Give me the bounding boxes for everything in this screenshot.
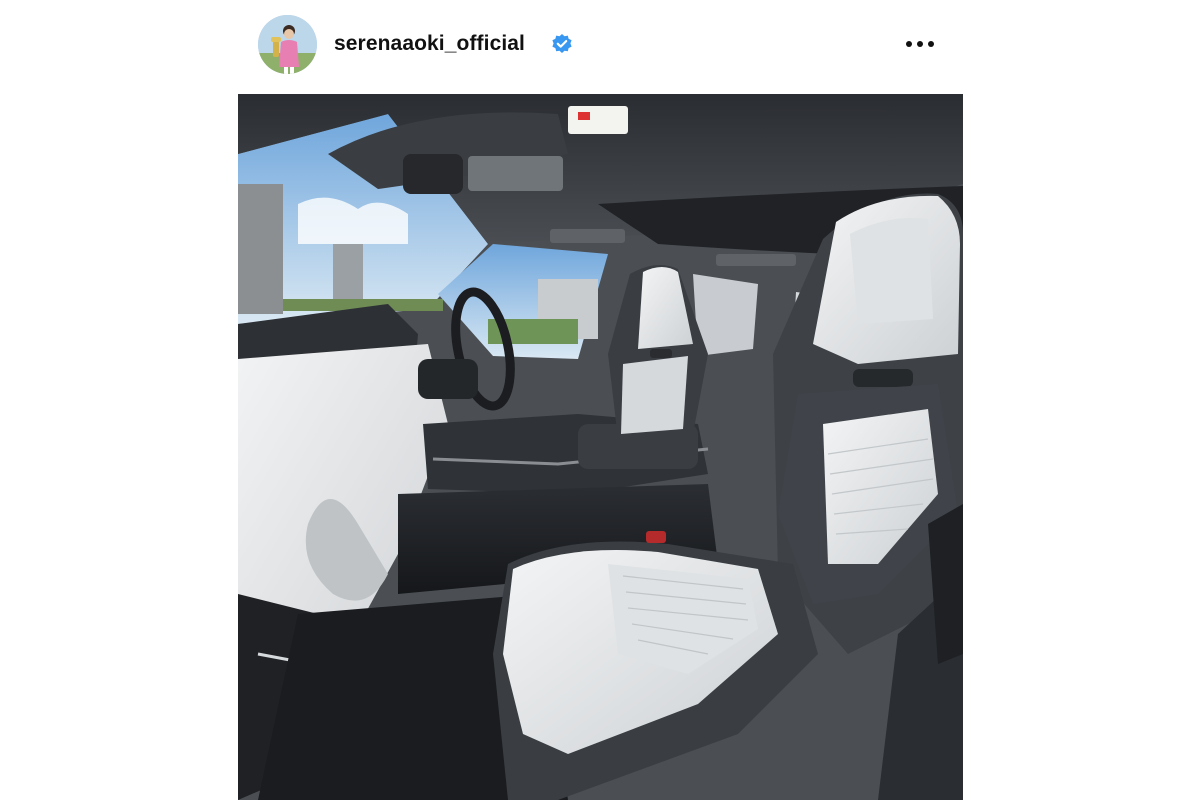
post-username[interactable]: serenaaoki_official	[334, 31, 525, 57]
verified-badge-icon	[551, 33, 573, 55]
more-options-icon	[906, 41, 934, 47]
more-options-button[interactable]	[900, 32, 940, 56]
post-media-image[interactable]	[238, 94, 963, 800]
car-interior-photo	[238, 94, 963, 800]
instagram-post: serenaaoki_official	[0, 0, 1200, 800]
avatar-image	[258, 15, 317, 74]
profile-avatar[interactable]	[258, 15, 317, 74]
post-header: serenaaoki_official	[238, 0, 963, 92]
